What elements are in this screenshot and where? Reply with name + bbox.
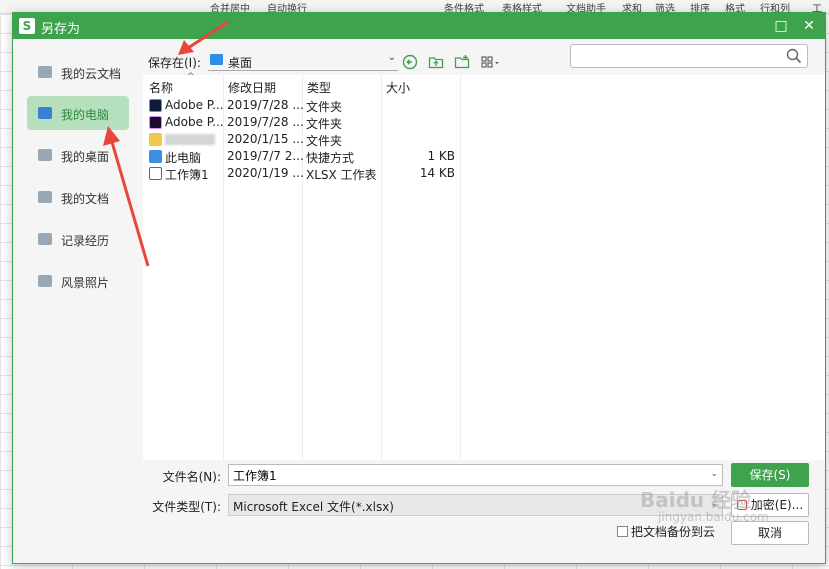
dialog-title: 另存为 xyxy=(41,22,81,37)
blurred-file-name xyxy=(165,134,215,145)
new-folder-icon[interactable] xyxy=(453,54,471,72)
checkbox-icon[interactable] xyxy=(617,526,628,537)
computer-icon xyxy=(38,107,52,119)
filetype-value: Microsoft Excel 文件(*.xlsx) xyxy=(233,500,394,514)
baidu-watermark: Baidu 经验 xyxy=(640,488,752,512)
file-size: 1 KB xyxy=(427,149,455,163)
column-header-date[interactable]: 修改日期 xyxy=(228,79,276,96)
sidebar-item-cloud-docs[interactable]: 我的云文档 xyxy=(27,55,129,89)
save-in-dropdown[interactable]: 桌面 ⌄ xyxy=(208,51,398,71)
cancel-button[interactable]: 取消 xyxy=(731,521,809,545)
save-as-dialog: S 另存为 □ ✕ 我的云文档 我的电脑 我的桌面 我的文档 记录经历 风景照片 xyxy=(12,12,826,564)
table-row[interactable]: Adobe P... 2019/7/28 ... 文件夹 xyxy=(143,114,463,131)
file-type: 文件夹 xyxy=(306,100,343,114)
sidebar-item-my-computer[interactable]: 我的电脑 xyxy=(27,96,129,130)
sidebar-item-label: 我的桌面 xyxy=(61,150,110,164)
sidebar-item-my-documents[interactable]: 我的文档 xyxy=(27,180,129,214)
filename-input[interactable] xyxy=(233,468,703,482)
folder-icon xyxy=(38,191,52,203)
filename-label: 文件名(N): xyxy=(162,470,221,484)
cloud-backup-label: 把文档备份到云 xyxy=(631,525,716,539)
table-row[interactable]: Adobe P... 2019/7/28 ... 文件夹 xyxy=(143,97,463,114)
table-row[interactable]: 2020/1/15 ... 文件夹 xyxy=(143,131,463,148)
sidebar-item-label: 风景照片 xyxy=(61,276,110,290)
table-row[interactable]: 工作簿1 2020/1/19 ... XLSX 工作表 14 KB xyxy=(143,165,463,182)
xlsx-icon xyxy=(149,167,162,180)
search-icon[interactable] xyxy=(785,47,803,65)
file-type: XLSX 工作表 xyxy=(306,168,377,182)
computer-shortcut-icon xyxy=(149,150,162,163)
file-size: 14 KB xyxy=(419,166,455,180)
folder-icon xyxy=(38,233,52,245)
file-name: Adobe P... xyxy=(165,115,224,129)
save-in-label: 保存在(I): xyxy=(148,56,201,70)
file-date: 2019/7/28 ... xyxy=(227,98,304,112)
sidebar-item-label: 我的云文档 xyxy=(61,67,122,81)
file-type: 快捷方式 xyxy=(306,151,355,165)
column-header-type[interactable]: 类型 xyxy=(307,79,331,96)
table-row[interactable]: 此电脑 2019/7/7 2... 快捷方式 1 KB xyxy=(143,148,463,165)
file-name: Adobe P... xyxy=(165,98,224,112)
baidu-watermark-url: jingyan.baidu.com xyxy=(658,510,769,524)
column-header-name[interactable]: ^ 名称 xyxy=(149,72,195,96)
cloud-backup-checkbox[interactable]: 把文档备份到云 xyxy=(617,523,715,540)
file-date: 2020/1/15 ... xyxy=(227,132,304,146)
sidebar-item-records[interactable]: 记录经历 xyxy=(27,222,129,256)
file-name: 工作簿1 xyxy=(165,168,209,182)
up-folder-icon[interactable] xyxy=(427,54,445,72)
back-icon[interactable] xyxy=(401,54,419,72)
wps-logo-icon: S xyxy=(19,18,35,34)
file-date: 2019/7/28 ... xyxy=(227,115,304,129)
save-in-value: 桌面 xyxy=(228,56,253,70)
sort-up-icon: ^ xyxy=(187,72,195,82)
file-type: 文件夹 xyxy=(306,134,343,148)
view-mode-icon[interactable] xyxy=(479,54,503,72)
cloud-cube-icon xyxy=(38,66,52,78)
search-box[interactable] xyxy=(570,44,808,68)
column-header-label: 名称 xyxy=(149,81,174,95)
adobe-ps-icon xyxy=(149,99,162,112)
filetype-label: 文件类型(T): xyxy=(152,500,221,514)
folder-icon xyxy=(38,275,52,287)
desktop-icon xyxy=(38,149,52,161)
sidebar-item-desktop[interactable]: 我的桌面 xyxy=(27,138,129,172)
sidebar-item-label: 我的文档 xyxy=(61,192,110,206)
close-button[interactable]: ✕ xyxy=(799,16,819,36)
desktop-folder-icon xyxy=(210,54,223,65)
file-type: 文件夹 xyxy=(306,117,343,131)
sidebar-item-label: 记录经历 xyxy=(61,234,110,248)
chevron-down-icon[interactable]: ⌄ xyxy=(710,469,718,479)
chevron-down-icon: ⌄ xyxy=(387,52,396,63)
sidebar-item-label: 我的电脑 xyxy=(61,108,110,122)
file-date: 2020/1/19 ... xyxy=(227,166,304,180)
search-input[interactable] xyxy=(575,48,780,64)
adobe-pr-icon xyxy=(149,116,162,129)
dialog-titlebar: S 另存为 □ ✕ xyxy=(13,13,825,39)
folder-icon xyxy=(149,133,162,146)
column-header-size[interactable]: 大小 xyxy=(386,79,410,96)
file-date: 2019/7/7 2... xyxy=(227,149,304,163)
maximize-button[interactable]: □ xyxy=(771,16,791,36)
filename-field[interactable]: ⌄ xyxy=(228,464,723,486)
file-name: 此电脑 xyxy=(165,151,202,165)
file-list[interactable]: ^ 名称 修改日期 类型 大小 Adobe P... 2019/7/28 ...… xyxy=(143,72,825,460)
sidebar-item-scenery-photos[interactable]: 风景照片 xyxy=(27,264,129,298)
